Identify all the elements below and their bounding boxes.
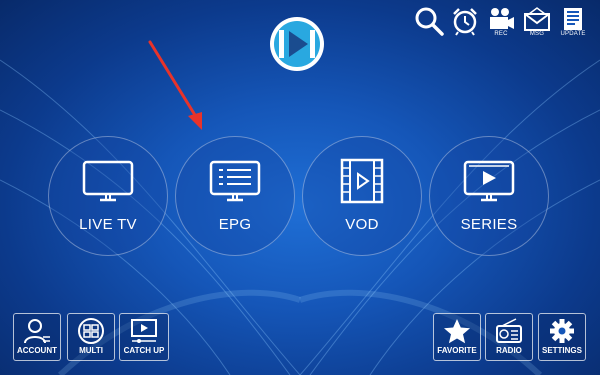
multi-label: MULTI <box>79 346 103 355</box>
tile-series[interactable]: SERIES <box>429 136 549 256</box>
tile-vod-label: VOD <box>345 215 379 233</box>
catch-up-icon <box>131 319 157 343</box>
radio-label: RADIO <box>496 346 522 355</box>
multi-button[interactable]: MULTI <box>67 313 115 361</box>
tile-live-tv[interactable]: LIVE TV <box>48 136 168 256</box>
home-screen: REC MSG UPDATE LIVE TV EPG VOD SERIES AC… <box>0 0 600 375</box>
multi-screen-icon <box>78 318 104 344</box>
favorite-label: FAVORITE <box>437 346 477 355</box>
star-icon <box>444 319 470 344</box>
gear-icon <box>550 319 574 343</box>
account-icon <box>24 319 50 344</box>
catch-up-label: CATCH UP <box>123 346 165 355</box>
account-label: ACCOUNT <box>17 346 57 355</box>
settings-button[interactable]: SETTINGS <box>538 313 586 361</box>
radio-button[interactable]: RADIO <box>485 313 533 361</box>
catch-up-button[interactable]: CATCH UP <box>119 313 169 361</box>
epg-icon <box>209 160 261 201</box>
film-icon <box>340 158 384 203</box>
account-button[interactable]: ACCOUNT <box>13 313 61 361</box>
tile-series-label: SERIES <box>460 215 518 233</box>
tv-icon <box>82 160 134 201</box>
tile-live-tv-label: LIVE TV <box>79 215 137 233</box>
tile-epg[interactable]: EPG <box>175 136 295 256</box>
settings-label: SETTINGS <box>541 346 582 355</box>
tile-epg-label: EPG <box>218 215 252 233</box>
favorite-button[interactable]: FAVORITE <box>433 313 481 361</box>
red-arrow-icon <box>148 40 202 130</box>
tile-vod[interactable]: VOD <box>302 136 422 256</box>
series-icon <box>463 160 515 201</box>
radio-icon <box>496 318 522 343</box>
